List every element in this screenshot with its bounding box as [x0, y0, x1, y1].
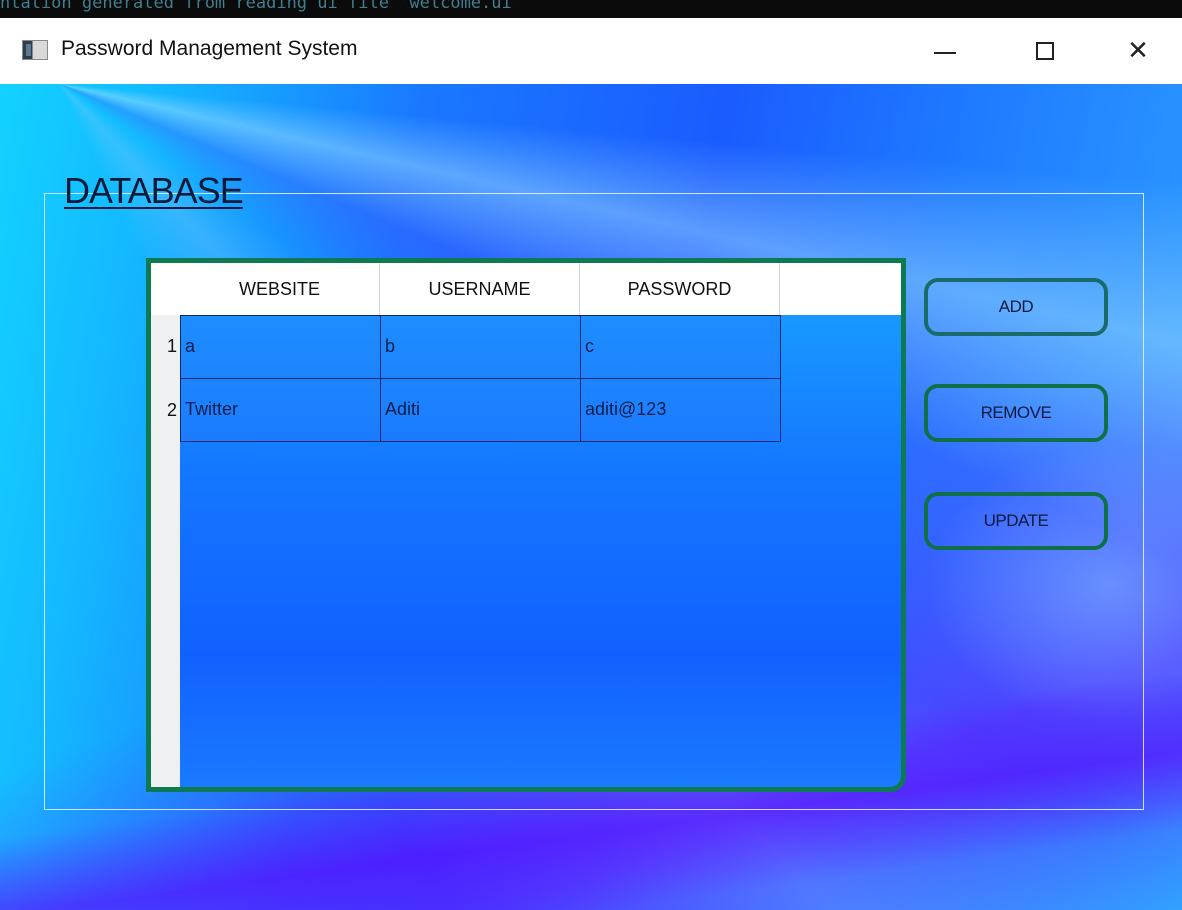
window-title: Password Management System — [61, 37, 358, 60]
row-header-1[interactable]: 1 — [151, 336, 180, 357]
terminal-text: ntation generated from reading ui file '… — [0, 0, 522, 13]
close-button[interactable]: ✕ — [1103, 18, 1173, 84]
password-table[interactable]: WEBSITE USERNAME PASSWORD 1 a b c 2 Twit… — [146, 258, 906, 792]
table-corner[interactable] — [151, 263, 180, 315]
column-header-password[interactable]: PASSWORD — [580, 263, 780, 315]
row-header-column — [151, 315, 180, 787]
window-client-area: DATABASE WEBSITE USERNAME PASSWORD 1 a b… — [0, 84, 1182, 910]
terminal-background-strip: ntation generated from reading ui file '… — [0, 0, 1182, 20]
table-cell-password[interactable]: c — [580, 315, 781, 379]
table-cell-username[interactable]: Aditi — [380, 378, 581, 442]
close-icon: ✕ — [1127, 36, 1149, 66]
remove-button[interactable]: REMOVE — [924, 384, 1108, 442]
maximize-icon — [1036, 42, 1054, 60]
row-header-2[interactable]: 2 — [151, 400, 180, 421]
minimize-icon — [934, 52, 956, 54]
column-header-username[interactable]: USERNAME — [380, 263, 580, 315]
update-button[interactable]: UPDATE — [924, 492, 1108, 550]
minimize-button[interactable] — [910, 18, 980, 84]
table-cell-password[interactable]: aditi@123 — [580, 378, 781, 442]
app-window-icon — [22, 40, 48, 60]
add-button[interactable]: ADD — [924, 278, 1108, 336]
table-cell-website[interactable]: Twitter — [180, 378, 381, 442]
column-header-website[interactable]: WEBSITE — [180, 263, 380, 315]
maximize-button[interactable] — [1010, 18, 1080, 84]
table-cell-website[interactable]: a — [180, 315, 381, 379]
table-cell-username[interactable]: b — [380, 315, 581, 379]
table-header-row: WEBSITE USERNAME PASSWORD — [180, 263, 901, 315]
window-titlebar[interactable]: Password Management System ✕ — [0, 18, 1182, 84]
database-group-title: DATABASE — [64, 170, 244, 211]
